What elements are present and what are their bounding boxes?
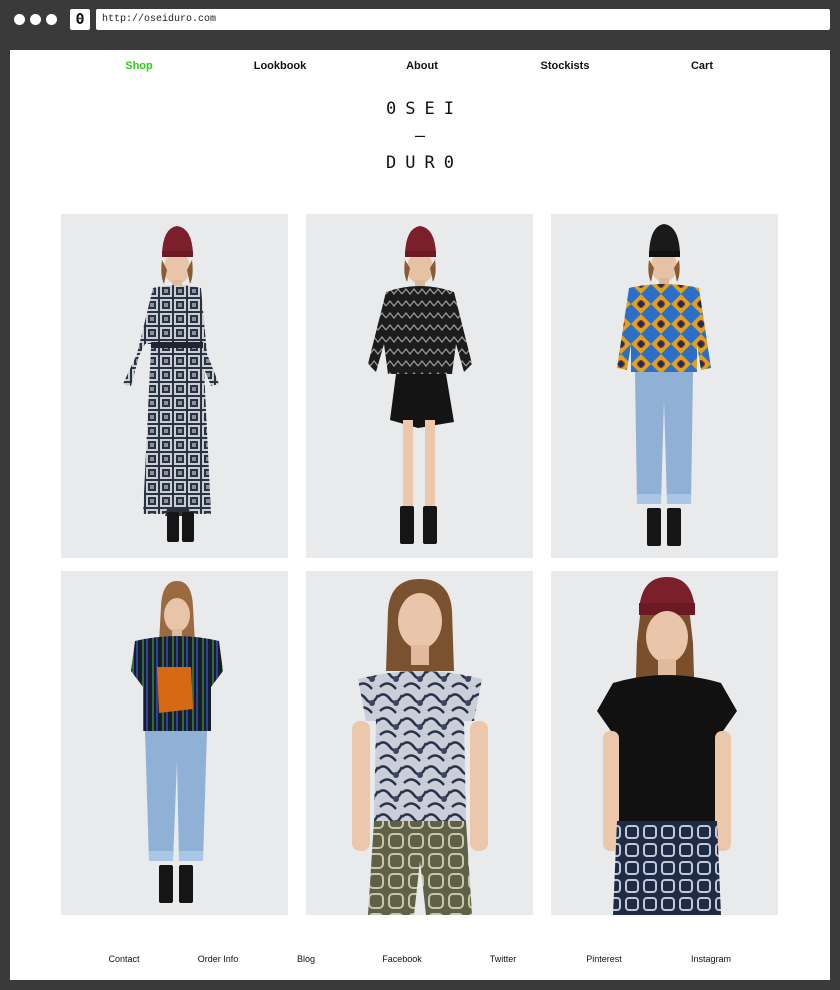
product-card-5[interactable] bbox=[306, 571, 533, 915]
site-logo[interactable]: 0SEI – DUR0 bbox=[10, 96, 830, 177]
product-card-4[interactable] bbox=[61, 571, 288, 915]
page-content: Shop Lookbook About Stockists Cart 0SEI … bbox=[10, 50, 830, 980]
nav-item-stockists[interactable]: Stockists bbox=[541, 60, 590, 72]
product-image-3 bbox=[617, 224, 711, 546]
product-image-6 bbox=[597, 577, 737, 915]
product-image-2 bbox=[368, 226, 472, 544]
window-control-close[interactable] bbox=[14, 14, 25, 25]
footer-link-facebook[interactable]: Facebook bbox=[382, 954, 422, 964]
nav-item-about[interactable]: About bbox=[406, 60, 438, 72]
site-footer: Contact Order Info Blog Facebook Twitter… bbox=[10, 954, 830, 968]
browser-chrome: 0 http://oseiduro.com bbox=[0, 0, 840, 40]
product-image-5 bbox=[352, 579, 488, 915]
window-control-minimize[interactable] bbox=[30, 14, 41, 25]
nav-item-cart[interactable]: Cart bbox=[691, 60, 713, 72]
footer-link-pinterest[interactable]: Pinterest bbox=[586, 954, 622, 964]
footer-link-instagram[interactable]: Instagram bbox=[691, 954, 731, 964]
product-card-6[interactable] bbox=[551, 571, 778, 915]
main-nav: Shop Lookbook About Stockists Cart bbox=[10, 60, 830, 74]
nav-item-shop[interactable]: Shop bbox=[125, 60, 153, 72]
footer-link-contact[interactable]: Contact bbox=[108, 954, 139, 964]
footer-link-blog[interactable]: Blog bbox=[297, 954, 315, 964]
nav-item-lookbook[interactable]: Lookbook bbox=[254, 60, 307, 72]
logo-line-1: 0SEI bbox=[386, 99, 463, 119]
product-card-1[interactable] bbox=[61, 214, 288, 558]
footer-link-twitter[interactable]: Twitter bbox=[490, 954, 517, 964]
address-bar[interactable]: http://oseiduro.com bbox=[96, 9, 830, 30]
product-card-3[interactable] bbox=[551, 214, 778, 558]
window-control-maximize[interactable] bbox=[46, 14, 57, 25]
product-image-4 bbox=[131, 581, 223, 903]
logo-line-3: DUR0 bbox=[386, 153, 463, 173]
window-controls bbox=[14, 14, 57, 25]
footer-link-order-info[interactable]: Order Info bbox=[198, 954, 239, 964]
product-image-1 bbox=[123, 226, 219, 542]
site-favicon-icon: 0 bbox=[70, 9, 90, 30]
logo-line-2: – bbox=[414, 126, 435, 146]
product-card-2[interactable] bbox=[306, 214, 533, 558]
